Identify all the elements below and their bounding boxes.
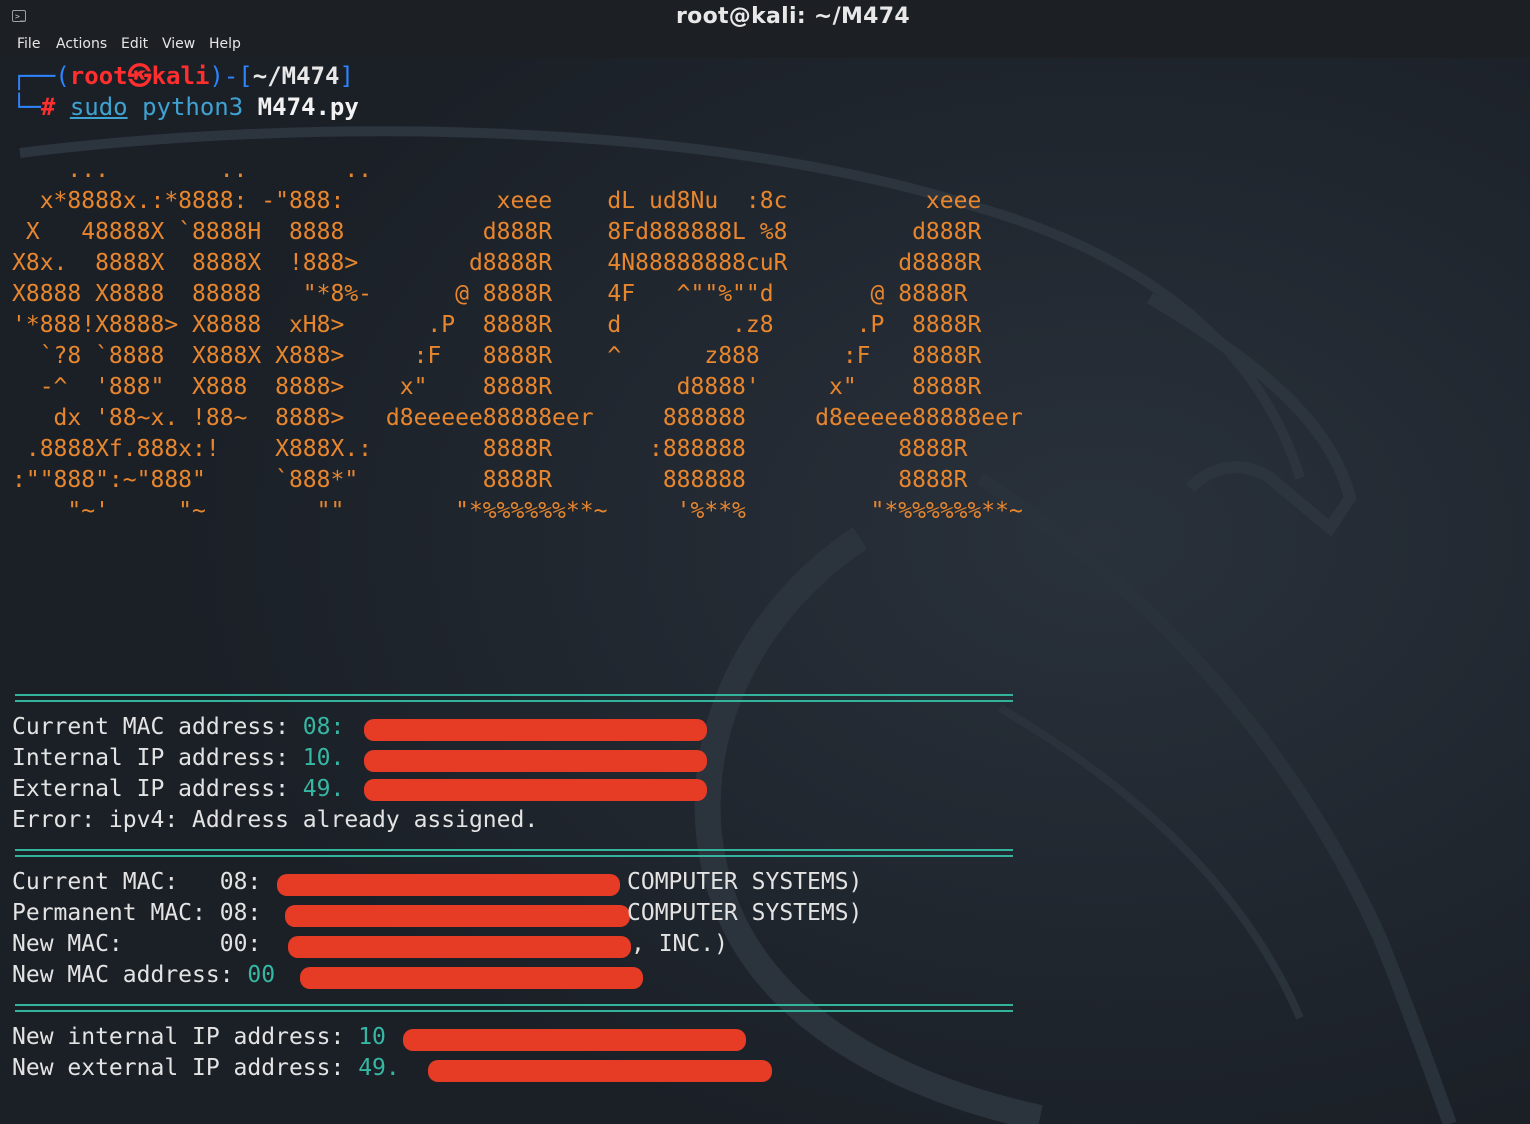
section-divider	[15, 1004, 1013, 1012]
current-mac-line: Current MAC address: 08:	[12, 712, 344, 743]
terminal-output[interactable]: ┌──(root㉿kali)-[~/M474] └─# sudo python3…	[0, 58, 1530, 1124]
permanent-mac-label: Permanent MAC:	[12, 900, 220, 926]
banner-line: dx '88~x. !88~ 8888> d8eeeee88888eer 888…	[12, 405, 1023, 431]
current-mac-value: 08:	[302, 714, 345, 740]
current-mac-detail-value: 08:	[219, 869, 262, 895]
internal-ip-label: Internal IP address:	[12, 745, 303, 771]
banner-line: :""888":~"888" `888*" 8888R 888888 8888R	[12, 467, 968, 493]
new-mac-value: 00:	[219, 931, 262, 957]
redaction-bar	[300, 967, 643, 989]
title-bar: >_ root@kali: ~/M474	[0, 0, 1530, 34]
prompt-bracket-mid: )-[	[209, 62, 253, 90]
command-file: M474.py	[257, 93, 359, 121]
redaction-bar	[403, 1029, 746, 1051]
new-mac-address-value: 00	[247, 962, 276, 988]
redaction-bar	[428, 1060, 772, 1082]
current-mac-vendor: COMPUTER SYSTEMS)	[627, 869, 863, 895]
permanent-mac-vendor: COMPUTER SYSTEMS)	[627, 900, 863, 926]
redaction-bar	[277, 874, 620, 896]
internal-ip-line: Internal IP address: 10.	[12, 743, 344, 774]
window-title: root@kali: ~/M474	[676, 4, 910, 29]
new-external-ip-label: New external IP address:	[12, 1055, 359, 1081]
redaction-bar	[288, 936, 631, 958]
prompt-hash: #	[40, 93, 56, 121]
menu-bar: File Actions Edit View Help	[0, 34, 1530, 58]
error-message: Error: ipv4: Address already assigned.	[12, 807, 539, 833]
section-divider	[15, 849, 1013, 857]
new-mac-address-label: New MAC address:	[12, 962, 248, 988]
banner-line: `?8 `8888 X888X X888> :F 8888R ^ z888 :F…	[12, 343, 982, 369]
prompt-line: ┌──(root㉿kali)-[~/M474]	[12, 61, 354, 92]
banner-line: X8888 X8888 88888 "*8%- @ 8888R 4F ^""%"…	[12, 281, 968, 307]
prompt-user: root	[69, 62, 128, 90]
prompt-bracket-close: ]	[339, 62, 354, 90]
permanent-mac-value: 08:	[219, 900, 262, 926]
external-ip-value: 49.	[302, 776, 345, 802]
banner-line: X8x. 8888X 8888X !888> d8888R 4N88888888…	[12, 250, 982, 276]
internal-ip-value: 10.	[302, 745, 345, 771]
command-python: python3	[142, 93, 244, 121]
new-internal-ip-label: New internal IP address:	[12, 1024, 359, 1050]
command-line: └─# sudo python3 M474.py	[12, 92, 359, 123]
redaction-bar	[364, 719, 707, 741]
banner-line: -^ '888" X888 8888> x" 8888R d8888' x" 8…	[12, 374, 982, 400]
new-external-ip-value: 49.	[358, 1055, 400, 1081]
external-ip-label: External IP address:	[12, 776, 303, 802]
banner-line: .8888Xf.888x:! X888X.: 8888R :888888 888…	[12, 436, 968, 462]
menu-actions[interactable]: Actions	[56, 36, 107, 52]
banner-line: "~' "~ "" "*%%%%%%**~ '%**% "*%%%%%%**~	[12, 498, 1023, 524]
menu-edit[interactable]: Edit	[121, 36, 148, 52]
permanent-mac-line: Permanent MAC: 08:	[12, 898, 261, 929]
prompt-bracket: ┌──(	[12, 62, 70, 90]
new-internal-ip-line: New internal IP address: 10	[12, 1022, 386, 1053]
banner-line: x*8888x.:*8888: -"888: xeee dL ud8Nu :8c…	[12, 188, 982, 214]
current-mac-detail-line: Current MAC: 08:	[12, 867, 261, 898]
new-mac-line: New MAC: 00:	[12, 929, 261, 960]
redaction-bar	[364, 779, 707, 801]
section-divider	[15, 694, 1013, 702]
banner-line: '*888!X8888> X8888 xH8> .P 8888R d .z8 .…	[12, 312, 982, 338]
redaction-bar	[285, 905, 630, 927]
prompt-host: kali	[151, 62, 210, 90]
new-mac-vendor: , INC.)	[631, 931, 728, 957]
new-external-ip-line: New external IP address: 49.	[12, 1053, 400, 1084]
new-mac-address-line: New MAC address: 00	[12, 960, 275, 991]
menu-view[interactable]: View	[162, 36, 195, 52]
menu-file[interactable]: File	[17, 36, 40, 52]
banner-line: ... .. ..	[12, 157, 373, 183]
prompt-separator-icon: ㉿	[127, 62, 152, 90]
external-ip-line: External IP address: 49.	[12, 774, 344, 805]
new-mac-label: New MAC:	[12, 931, 220, 957]
prompt-path: ~/M474	[252, 62, 340, 90]
menu-help[interactable]: Help	[209, 36, 241, 52]
command-sudo: sudo	[69, 93, 128, 121]
redaction-bar	[364, 750, 707, 772]
banner-line: X 48888X `8888H 8888 d888R 8Fd888888L %8…	[12, 219, 982, 245]
current-mac-detail-label: Current MAC:	[12, 869, 220, 895]
prompt-corner: └─	[12, 93, 41, 121]
new-internal-ip-value: 10	[358, 1024, 386, 1050]
current-mac-label: Current MAC address:	[12, 714, 303, 740]
